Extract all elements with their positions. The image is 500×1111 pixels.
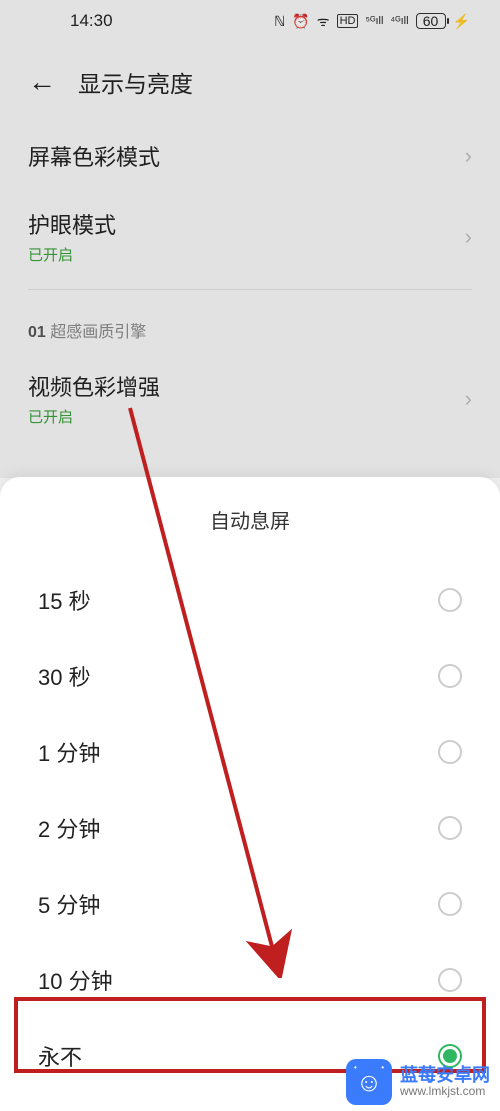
alarm-icon: ⏰ xyxy=(292,13,309,30)
status-time: 14:30 xyxy=(70,11,113,31)
dimmed-background: 14:30 ℕ ⏰ ᯤ HD ⁵ᴳıll ⁴ᴳıll 60 ⚡ ← 显示与亮度 … xyxy=(0,0,500,478)
option-row[interactable]: 5 分钟 xyxy=(0,866,500,942)
option-row[interactable]: 2 分钟 xyxy=(0,790,500,866)
watermark-url: www.lmkjst.com xyxy=(400,1085,490,1098)
watermark-title: 蓝莓安卓网 xyxy=(400,1066,490,1086)
back-button[interactable]: ← xyxy=(28,66,56,98)
wifi-icon: ᯤ xyxy=(317,12,330,31)
option-row[interactable]: 10 分钟 xyxy=(0,942,500,1018)
settings-list: 屏幕色彩模式 › 护眼模式 已开启 › 01 超感画质引擎 视频色彩增强 已开启… xyxy=(0,122,500,445)
option-label: 30 秒 xyxy=(38,660,91,692)
option-label: 2 分钟 xyxy=(38,812,100,844)
setting-video-color[interactable]: 视频色彩增强 已开启 › xyxy=(28,352,472,445)
option-label: 15 秒 xyxy=(38,584,91,616)
setting-title: 屏幕色彩模式 xyxy=(28,140,160,172)
status-icons: ℕ ⏰ ᯤ HD ⁵ᴳıll ⁴ᴳıll 60 ⚡ xyxy=(274,12,470,31)
option-label: 永不 xyxy=(38,1040,82,1072)
nfc-icon: ℕ xyxy=(274,13,285,30)
radio-icon[interactable] xyxy=(438,816,462,840)
option-row[interactable]: 30 秒 xyxy=(0,638,500,714)
option-row[interactable]: 1 分钟 xyxy=(0,714,500,790)
option-label: 10 分钟 xyxy=(38,964,113,996)
signal-5g-icon: ⁵ᴳıll xyxy=(365,15,383,27)
signal-4g-icon: ⁴ᴳıll xyxy=(390,15,408,27)
sheet-title: 自动息屏 xyxy=(0,505,500,534)
chevron-right-icon: › xyxy=(465,386,472,412)
radio-icon[interactable] xyxy=(438,588,462,612)
setting-title: 护眼模式 xyxy=(28,208,116,240)
charging-icon: ⚡ xyxy=(453,13,470,30)
radio-icon[interactable] xyxy=(438,968,462,992)
setting-eye-care[interactable]: 护眼模式 已开启 › xyxy=(28,190,472,290)
chevron-right-icon: › xyxy=(465,143,472,169)
chevron-right-icon: › xyxy=(465,224,472,250)
setting-status: 已开启 xyxy=(28,406,160,427)
option-row[interactable]: 15 秒 xyxy=(0,562,500,638)
options-list: 15 秒 30 秒 1 分钟 2 分钟 5 分钟 10 分钟永不 xyxy=(0,562,500,1094)
setting-color-mode[interactable]: 屏幕色彩模式 › xyxy=(28,122,472,190)
status-bar: 14:30 ℕ ⏰ ᯤ HD ⁵ᴳıll ⁴ᴳıll 60 ⚡ xyxy=(0,0,500,42)
section-number: 01 xyxy=(28,324,46,341)
battery-icon: 60 xyxy=(416,13,446,29)
watermark: ☺ 蓝莓安卓网 www.lmkjst.com xyxy=(336,1053,500,1111)
radio-icon[interactable] xyxy=(438,892,462,916)
bottom-sheet: 自动息屏 15 秒 30 秒 1 分钟 2 分钟 5 分钟 10 分钟永不 xyxy=(0,477,500,1111)
watermark-icon: ☺ xyxy=(346,1059,392,1105)
setting-title: 视频色彩增强 xyxy=(28,370,160,402)
section-label: 超感画质引擎 xyxy=(50,324,146,341)
radio-icon[interactable] xyxy=(438,664,462,688)
nav-bar: ← 显示与亮度 xyxy=(0,42,500,122)
setting-status: 已开启 xyxy=(28,244,116,265)
hd-icon: HD xyxy=(337,14,359,28)
page-title: 显示与亮度 xyxy=(78,65,193,99)
section-header: 01 超感画质引擎 xyxy=(28,290,472,352)
option-label: 1 分钟 xyxy=(38,736,100,768)
radio-icon[interactable] xyxy=(438,740,462,764)
option-label: 5 分钟 xyxy=(38,888,100,920)
